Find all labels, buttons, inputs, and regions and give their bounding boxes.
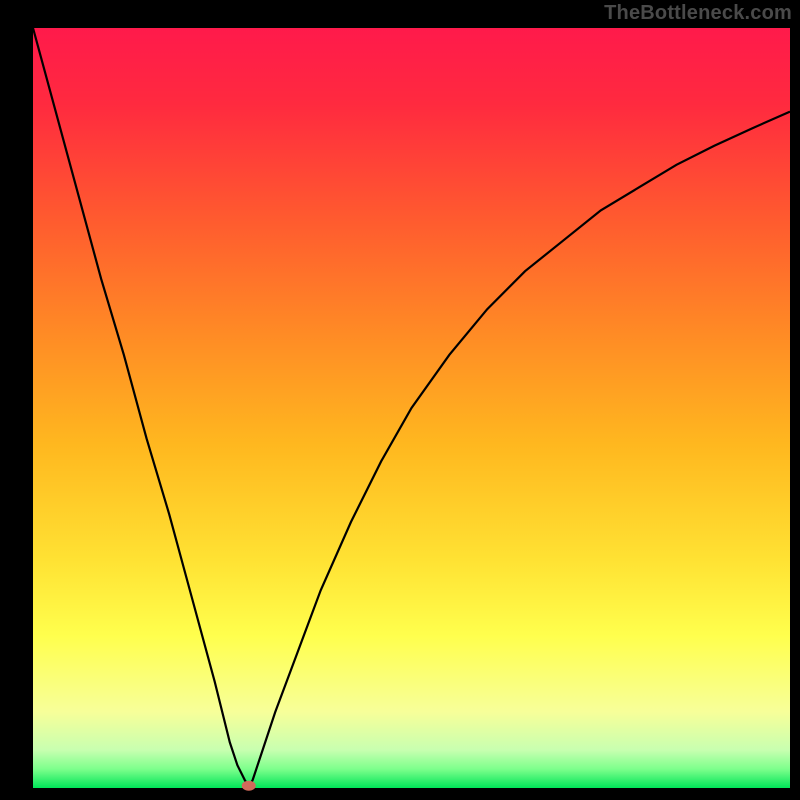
bottleneck-chart	[0, 0, 800, 800]
chart-frame: TheBottleneck.com	[0, 0, 800, 800]
watermark-text: TheBottleneck.com	[604, 2, 792, 25]
optimum-marker	[242, 781, 256, 791]
